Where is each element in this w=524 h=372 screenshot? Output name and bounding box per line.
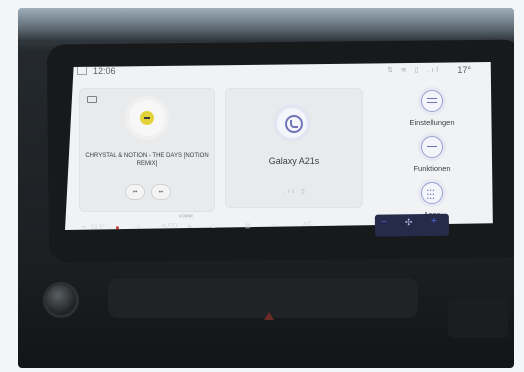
album-art <box>129 100 165 136</box>
home-icon[interactable] <box>76 62 88 75</box>
seat-icon[interactable]: ⌐ <box>273 222 277 228</box>
air-vent <box>448 298 508 338</box>
windshield-area <box>18 8 514 42</box>
car-icon <box>421 136 443 158</box>
auto-button[interactable]: AUTO <box>161 223 178 229</box>
functions-label: Funktionen <box>413 164 451 173</box>
phone-icon <box>277 108 307 138</box>
next-track-button[interactable]: ⏭ <box>151 184 171 200</box>
settings-icon <box>421 90 443 112</box>
fan-control: − ✣ + <box>374 213 450 237</box>
ac-button[interactable]: A/C <box>303 222 313 228</box>
fan-up-button[interactable]: + <box>431 216 437 227</box>
media-source-icon <box>87 96 97 103</box>
car-dashboard: 12:06 ⇅ ≋ ▯ .ıl 17° CHRYSTAL & NOTION - … <box>18 8 514 368</box>
rear-defrost-icon[interactable]: ▤ <box>245 222 251 229</box>
fan-down-button[interactable]: − <box>381 217 387 228</box>
outside-temperature: 17° <box>457 65 471 75</box>
track-title: CHRYSTAL & NOTION - THE DAYS [NOTION REM… <box>85 153 209 167</box>
infotainment-screen: 12:06 ⇅ ≋ ▯ .ıl 17° CHRYSTAL & NOTION - … <box>65 62 493 230</box>
fan-icon: ✣ <box>404 217 413 228</box>
front-defrost-icon[interactable]: ≋ <box>187 223 192 230</box>
previous-track-button[interactable]: ⏮ <box>125 184 145 200</box>
phone-device-name: Galaxy A21s <box>268 156 320 166</box>
music-icon <box>140 111 154 125</box>
connectivity-icons: ⇅ ≋ ▯ .ıl <box>387 67 441 74</box>
steering-heat-icon[interactable]: ♨ <box>211 223 216 230</box>
front-defrost-label: VORNE <box>178 213 194 219</box>
temp-down-button[interactable]: − <box>81 222 86 232</box>
phone-signal-battery: .ıl ▯ <box>283 189 308 195</box>
temp-left-value: 21.5° <box>90 224 106 231</box>
media-card[interactable]: CHRYSTAL & NOTION - THE DAYS [NOTION REM… <box>79 88 215 212</box>
settings-label: Einstellungen <box>409 118 455 127</box>
clock: 12:06 <box>93 66 116 76</box>
lower-control-panel <box>108 278 418 318</box>
hazard-icon[interactable] <box>264 312 274 320</box>
phone-card[interactable]: Galaxy A21s .ıl ▯ <box>225 88 363 208</box>
functions-button[interactable]: Funktionen <box>397 136 467 173</box>
heat-indicator <box>115 226 119 230</box>
handset-icon <box>285 115 303 133</box>
volume-knob[interactable] <box>46 285 76 315</box>
settings-button[interactable]: Einstellungen <box>397 90 467 127</box>
seat-heat-icon[interactable]: ⌂ <box>137 224 141 230</box>
apps-grid-icon: ••• ••• ••• <box>421 182 443 204</box>
